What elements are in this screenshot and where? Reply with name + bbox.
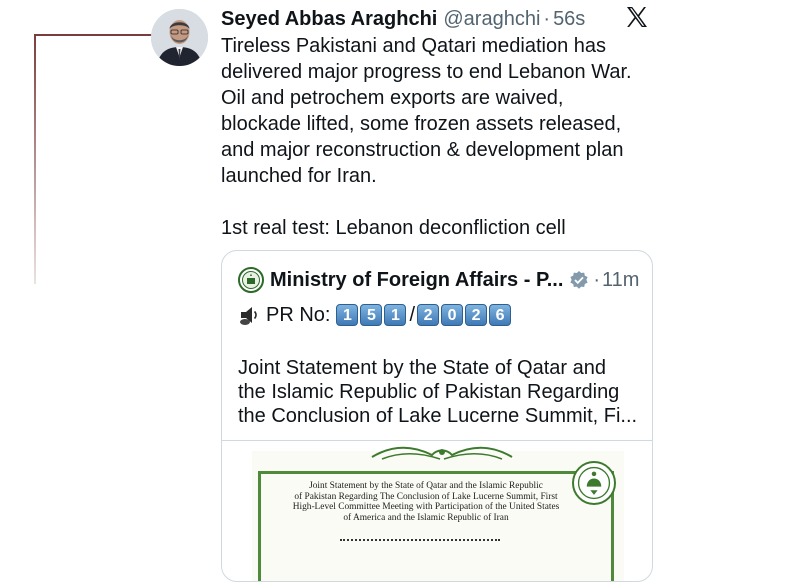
author-name[interactable]: Seyed Abbas Araghchi [221, 8, 437, 31]
pr-digit: 1 [384, 304, 407, 326]
quoted-tweet-header: Ministry of Foreign Affairs - P... · 11m [238, 267, 639, 293]
tweet-timestamp[interactable]: 56s [553, 8, 585, 31]
quoted-author-name[interactable]: Ministry of Foreign Affairs - P... [270, 269, 563, 292]
tweet-line: Tireless Pakistani and Qatari mediation … [221, 35, 606, 57]
pr-digit: 2 [465, 304, 488, 326]
quoted-line: the Conclusion of Lake Lucerne Summit, F… [238, 405, 638, 427]
quoted-timestamp[interactable]: 11m [602, 269, 639, 292]
pr-label: PR No: [266, 303, 331, 326]
pr-number-digits: 1 5 1 / 2 0 2 6 [336, 304, 513, 327]
verified-badge-icon [570, 271, 588, 289]
pr-digit: 6 [489, 304, 512, 326]
quoted-media-divider [222, 440, 652, 441]
pakistan-emblem-icon [572, 461, 616, 505]
press-release-number: PR No: 1 5 1 / 2 0 2 6 [238, 301, 513, 329]
pr-digit: 5 [360, 304, 383, 326]
document-heading: Joint Statement by the State of Qatar an… [276, 481, 576, 523]
header-separator: · [543, 7, 551, 30]
tweet-line: delivered major progress to end Lebanon … [221, 61, 632, 83]
document-line: of Pakistan Regarding The Conclusion of … [294, 491, 558, 502]
quoted-document-image[interactable]: Joint Statement by the State of Qatar an… [252, 446, 624, 581]
document-dotted-rule [340, 536, 500, 541]
ministry-seal-icon[interactable] [238, 267, 264, 293]
pr-slash: / [409, 303, 416, 326]
ornament-icon [371, 446, 513, 460]
author-avatar[interactable] [151, 9, 208, 66]
x-logo-icon[interactable] [625, 5, 649, 29]
document-line: of America and the Islamic Republic of I… [343, 512, 509, 523]
image-frame-top-line [34, 34, 152, 36]
tweet-header: Seyed Abbas Araghchi @araghchi · 56s [221, 4, 741, 34]
speaker-icon [240, 307, 257, 325]
tweet-line: and major reconstruction & development p… [221, 139, 624, 161]
quoted-tweet-card[interactable]: Ministry of Foreign Affairs - P... · 11m… [221, 250, 653, 582]
tweet-line: Oil and petrochem exports are waived, [221, 87, 564, 109]
pr-digit: 0 [441, 304, 464, 326]
quoted-line: Joint Statement by the State of Qatar an… [238, 357, 606, 379]
tweet-line: launched for Iran. [221, 165, 377, 187]
image-frame-left-line [34, 34, 36, 284]
tweet-line: blockade lifted, some frozen assets rele… [221, 113, 622, 135]
pr-digit: 2 [417, 304, 440, 326]
avatar-portrait-icon [151, 9, 208, 66]
quoted-header-separator: · [593, 268, 601, 291]
tweet-text: Tireless Pakistani and Qatari mediation … [221, 33, 671, 241]
tweet-line: 1st real test: Lebanon deconfliction cel… [221, 217, 566, 239]
tweet-paragraph-2: 1st real test: Lebanon deconfliction cel… [221, 215, 671, 241]
quoted-tweet-text: Joint Statement by the State of Qatar an… [238, 356, 638, 428]
pr-digit: 1 [336, 304, 359, 326]
tweet-paragraph-1: Tireless Pakistani and Qatari mediation … [221, 33, 671, 189]
author-handle[interactable]: @araghchi [443, 8, 540, 31]
quoted-line: the Islamic Republic of Pakistan Regardi… [238, 381, 620, 403]
document-line: Joint Statement by the State of Qatar an… [309, 481, 543, 491]
document-line: High-Level Committee Meeting with Partic… [292, 502, 560, 512]
